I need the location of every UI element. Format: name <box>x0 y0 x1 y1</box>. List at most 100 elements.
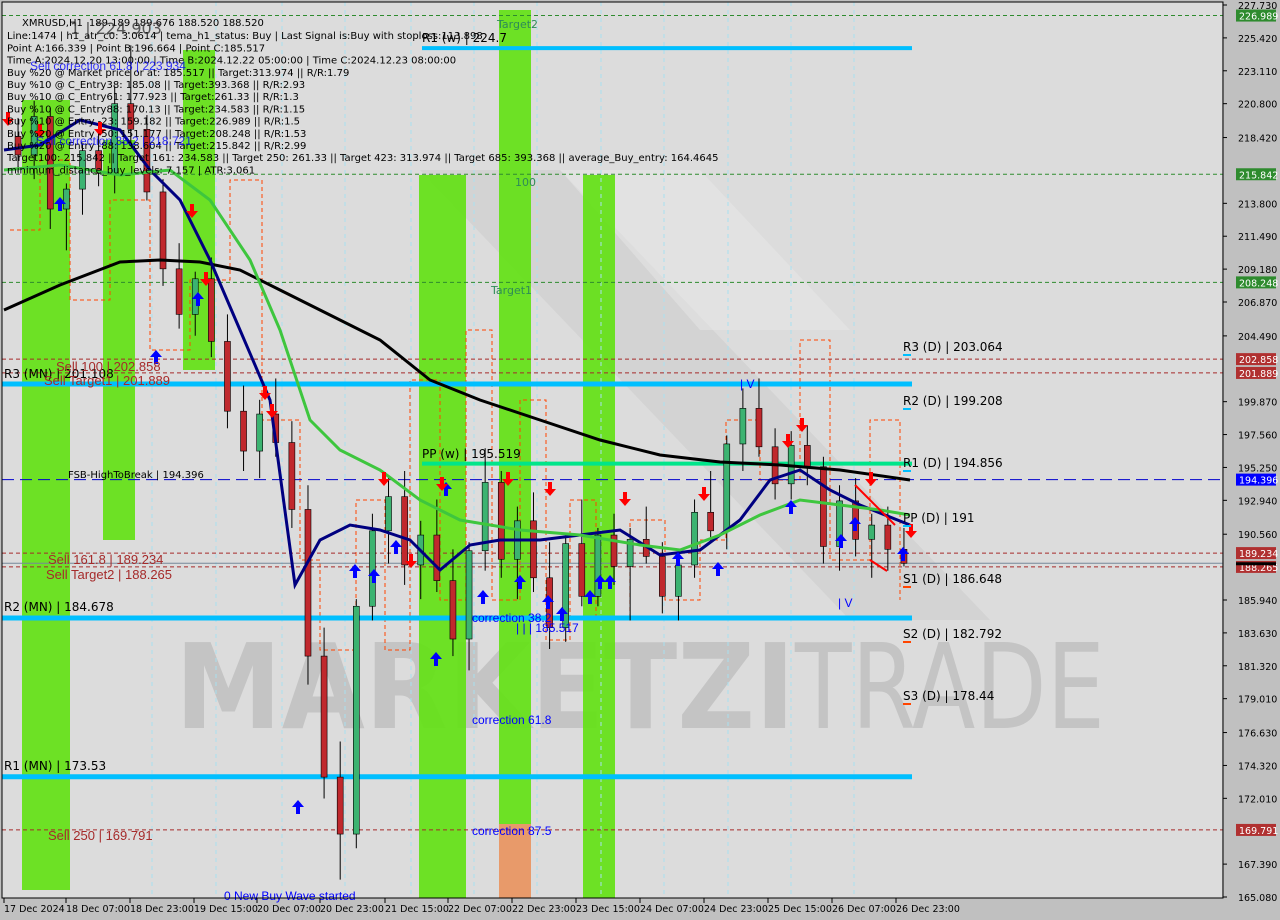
price-tag-label: 208.248 <box>1239 278 1278 289</box>
y-tick-label: 211.490 <box>1238 232 1277 243</box>
y-tick-label: 165.080 <box>1238 893 1277 904</box>
sell-level-label: Sell 100 | 202.858 <box>56 359 161 374</box>
candle-body <box>739 408 747 445</box>
x-tick-label: 20 Dec 07:00 <box>257 904 321 915</box>
sell-level-label: Sell 250 | 169.791 <box>48 828 153 843</box>
x-tick-label: 17 Dec 2024 <box>4 904 65 915</box>
candle-body <box>755 408 763 448</box>
wave-mark: | V <box>838 596 852 610</box>
candle-body <box>208 278 215 342</box>
y-tick-label: 167.390 <box>1238 860 1277 871</box>
candle-body <box>820 466 827 547</box>
current-price-marker <box>1236 562 1276 566</box>
point-c-label: | | | 185.517 <box>516 621 579 635</box>
y-tick-label: 218.420 <box>1238 134 1277 145</box>
candle-body <box>336 776 344 835</box>
zone-label-100: 100 <box>515 176 536 189</box>
candle-body <box>723 443 731 532</box>
y-tick-label: 172.010 <box>1238 794 1277 805</box>
weekly-pp-label: PP (w) | 195.519 <box>422 447 521 461</box>
x-tick-label: 19 Dec 15:00 <box>194 904 258 915</box>
y-tick-label: 199.870 <box>1238 398 1277 409</box>
daily-pivot-label: S2 (D) | 182.792 <box>903 627 1002 641</box>
candle-body <box>369 530 376 607</box>
x-tick-label: 20 Dec 23:00 <box>320 904 384 915</box>
info-line: Buy %10 @ Entry -23: 159.182 || Target:2… <box>7 117 300 128</box>
candle-body <box>159 191 167 270</box>
info-line: Target100: 215.842 || Target 161: 234.58… <box>6 153 718 164</box>
candle-body <box>659 556 666 597</box>
y-tick-label: 223.110 <box>1238 67 1277 78</box>
sell-level-label: Sell 161.8 | 189.234 <box>48 552 163 567</box>
y-tick-label: 197.560 <box>1238 431 1277 442</box>
price-tag-label: 215.842 <box>1239 170 1278 181</box>
info-line: Buy %10 @ C_Entry38: 185.08 || Target:39… <box>7 80 305 91</box>
candle-body <box>63 188 70 210</box>
y-tick-label: 225.420 <box>1238 34 1277 45</box>
price-chart[interactable]: MARKETZI TRADE Target2Target1100 R3 (MN)… <box>0 0 1280 920</box>
candle-body <box>385 496 392 532</box>
y-tick-label: 183.630 <box>1238 629 1277 640</box>
x-tick-label: 26 Dec 07:00 <box>832 904 896 915</box>
sell-correction-38-label: Sell correction 38.2 | 218.721 <box>36 134 192 148</box>
info-line: minimum_distance_buy_levels: 7.157 | ATR… <box>7 165 255 176</box>
daily-pivot-label: S1 (D) | 186.648 <box>903 572 1002 586</box>
sell-correction-61-label: Sell correction 61.8 | 223.934 <box>30 59 186 73</box>
candle-body <box>240 410 247 452</box>
daily-pivot-label: R3 (D) | 203.064 <box>903 340 1003 354</box>
candle-body <box>530 520 537 579</box>
x-tick-label: 23 Dec 15:00 <box>576 904 640 915</box>
x-tick-label: 18 Dec 23:00 <box>130 904 194 915</box>
y-tick-label: 204.490 <box>1238 332 1277 343</box>
x-tick-label: 21 Dec 15:00 <box>385 904 449 915</box>
y-tick-label: 179.010 <box>1238 695 1277 706</box>
correction-label: correction 61.8 <box>472 713 552 727</box>
y-tick-label: 195.250 <box>1238 463 1277 474</box>
y-tick-label: 181.320 <box>1238 662 1277 673</box>
x-tick-label: 22 Dec 07:00 <box>448 904 512 915</box>
daily-pivot-label: R2 (D) | 199.208 <box>903 394 1003 408</box>
candle-body <box>578 543 586 597</box>
sell-level-label: Sell Target1 | 201.889 <box>44 373 170 388</box>
wave-top-label: 1 | 224.903 <box>70 19 162 38</box>
price-tag-label: 189.234 <box>1239 549 1278 560</box>
monthly-pivot-label: R1 (MN) | 173.53 <box>4 759 106 773</box>
price-tag-label: 202.858 <box>1239 355 1278 366</box>
monthly-pivot-label: R2 (MN) | 184.678 <box>4 600 114 614</box>
price-axis: 227.730225.420223.110220.800218.420213.8… <box>1222 0 1280 920</box>
y-tick-label: 192.940 <box>1238 496 1277 507</box>
x-tick-label: 26 Dec 23:00 <box>896 904 960 915</box>
candle-body <box>304 509 312 657</box>
candle-body <box>449 580 457 640</box>
time-axis: 17 Dec 2024 18 Dec 07:00 18 Dec 23:00 19 De… <box>2 897 1223 915</box>
sell-level-label: Sell Target2 | 188.265 <box>46 567 172 582</box>
candle-body <box>320 655 328 778</box>
candle-body <box>465 550 473 640</box>
candle-body <box>707 511 714 532</box>
x-tick-label: 24 Dec 07:00 <box>640 904 704 915</box>
price-tag-label: 194.396 <box>1239 476 1278 487</box>
price-tag-label: 169.791 <box>1239 826 1278 837</box>
y-tick-label: 190.560 <box>1238 530 1277 541</box>
candle-body <box>497 482 505 560</box>
y-tick-label: 209.180 <box>1238 265 1277 276</box>
daily-pivot-label: S3 (D) | 178.44 <box>903 689 994 703</box>
info-line: Buy %10 @ C_Entry61: 177.923 || Target:2… <box>7 92 299 103</box>
candle-body <box>868 524 876 540</box>
x-tick-label: 24 Dec 23:00 <box>704 904 768 915</box>
candle-body <box>401 496 408 566</box>
candle-body <box>288 442 296 510</box>
y-tick-label: 174.320 <box>1238 761 1277 772</box>
wave-mark: | V <box>740 377 754 391</box>
info-line: Buy %10 @ C_Entry88: 170.13 || Target:23… <box>7 104 305 115</box>
y-tick-label: 206.870 <box>1238 298 1277 309</box>
zone-label-target1: Target1 <box>490 284 532 297</box>
y-tick-label: 185.940 <box>1238 596 1277 607</box>
daily-pivot-label: PP (D) | 191 <box>903 511 974 525</box>
info-line: Point A:166.339 | Point B:196.664 | Poin… <box>7 43 265 54</box>
y-tick-label: 220.800 <box>1238 100 1277 111</box>
watermark-bold: MARKETZI <box>175 618 795 756</box>
candle-body <box>675 564 682 597</box>
fsb-label: FSB-HighToBreak | 194.396 <box>68 470 204 481</box>
y-tick-label: 176.630 <box>1238 729 1277 740</box>
